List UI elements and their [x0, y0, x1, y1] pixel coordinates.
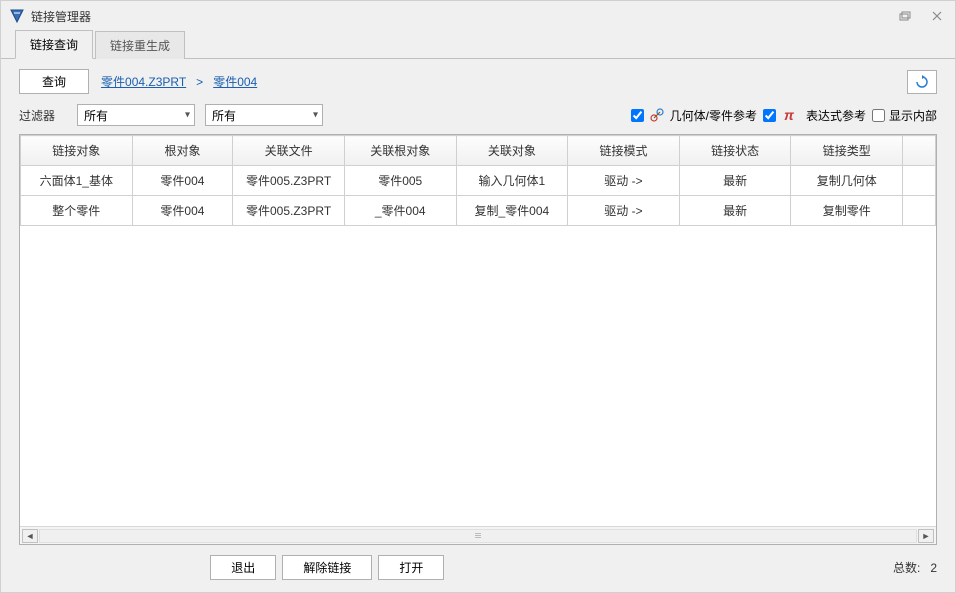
check-expr-label: 表达式参考 [806, 107, 866, 124]
cell: 最新 [679, 196, 791, 226]
table-empty-area [20, 226, 936, 526]
filter-label: 过滤器 [19, 107, 55, 124]
col-assoc-obj[interactable]: 关联对象 [456, 136, 568, 166]
check-geom-box[interactable] [631, 109, 644, 122]
cell: 零件005.Z3PRT [233, 196, 345, 226]
total-label: 总数: [893, 561, 920, 575]
link-table: 链接对象 根对象 关联文件 关联根对象 关联对象 链接模式 链接状态 链接类型 … [20, 135, 936, 226]
cell: 最新 [679, 166, 791, 196]
scroll-left-icon[interactable]: ◄ [22, 529, 38, 543]
window: 链接管理器 链接查询 链接重生成 查询 零件004.Z3PRT > 零件004 … [0, 0, 956, 593]
tab-link-regen[interactable]: 链接重生成 [95, 31, 185, 59]
col-root-obj[interactable]: 根对象 [132, 136, 233, 166]
footer-buttons: 退出 解除链接 打开 [210, 555, 444, 580]
cell: 输入几何体1 [456, 166, 568, 196]
cell: 零件004 [132, 196, 233, 226]
check-group: 几何体/零件参考 π 表达式参考 显示内部 [631, 106, 937, 124]
filter-dropdown-2[interactable]: 所有 ▾ [205, 104, 323, 126]
table-row[interactable]: 六面体1_基体 零件004 零件005.Z3PRT 零件005 输入几何体1 驱… [21, 166, 936, 196]
filter-dd1-value: 所有 [84, 107, 108, 124]
titlebar: 链接管理器 [1, 1, 955, 31]
scroll-right-icon[interactable]: ► [918, 529, 934, 543]
toolbar: 查询 零件004.Z3PRT > 零件004 [1, 59, 955, 100]
cell [903, 166, 936, 196]
table-row[interactable]: 整个零件 零件004 零件005.Z3PRT _零件004 复制_零件004 驱… [21, 196, 936, 226]
filter-row: 过滤器 所有 ▾ 所有 ▾ 几何体/零件参考 π 表达式参考 [1, 100, 955, 134]
cell: 复制几何体 [791, 166, 903, 196]
filter-dropdown-1[interactable]: 所有 ▾ [77, 104, 195, 126]
window-title: 链接管理器 [31, 8, 895, 25]
table-container: 链接对象 根对象 关联文件 关联根对象 关联对象 链接模式 链接状态 链接类型 … [19, 134, 937, 545]
cell: 驱动 -> [568, 166, 680, 196]
exit-button[interactable]: 退出 [210, 555, 276, 580]
check-internal[interactable]: 显示内部 [872, 107, 937, 124]
check-geom[interactable]: 几何体/零件参考 [631, 106, 757, 124]
horizontal-scrollbar[interactable]: ◄ ► [20, 526, 936, 544]
col-assoc-file[interactable]: 关联文件 [233, 136, 345, 166]
chevron-down-icon: ▾ [185, 110, 190, 121]
breadcrumb-item-2[interactable]: 零件004 [213, 73, 257, 90]
check-expr-box[interactable] [763, 109, 776, 122]
col-link-status[interactable]: 链接状态 [679, 136, 791, 166]
total-count: 总数: 2 [893, 559, 937, 576]
tabs: 链接查询 链接重生成 [1, 31, 955, 59]
cell: 零件004 [132, 166, 233, 196]
col-link-type[interactable]: 链接类型 [791, 136, 903, 166]
app-icon [9, 8, 25, 24]
refresh-button[interactable] [907, 70, 937, 94]
scroll-track[interactable] [39, 529, 917, 543]
col-link-mode[interactable]: 链接模式 [568, 136, 680, 166]
window-buttons [895, 6, 947, 26]
cell: 零件005.Z3PRT [233, 166, 345, 196]
table-header-row: 链接对象 根对象 关联文件 关联根对象 关联对象 链接模式 链接状态 链接类型 [21, 136, 936, 166]
col-link-obj[interactable]: 链接对象 [21, 136, 133, 166]
restore-button[interactable] [895, 6, 915, 26]
breadcrumb-sep: > [196, 75, 203, 89]
cell [903, 196, 936, 226]
close-button[interactable] [927, 6, 947, 26]
col-assoc-root[interactable]: 关联根对象 [344, 136, 456, 166]
check-internal-box[interactable] [872, 109, 885, 122]
tab-link-query[interactable]: 链接查询 [15, 30, 93, 59]
footer: 退出 解除链接 打开 总数: 2 [1, 545, 955, 592]
content: 链接对象 根对象 关联文件 关联根对象 关联对象 链接模式 链接状态 链接类型 … [1, 134, 955, 545]
check-geom-label: 几何体/零件参考 [670, 107, 757, 124]
breadcrumb-item-1[interactable]: 零件004.Z3PRT [101, 73, 186, 90]
check-internal-label: 显示内部 [889, 107, 937, 124]
cell: 零件005 [344, 166, 456, 196]
cell: _零件004 [344, 196, 456, 226]
query-button[interactable]: 查询 [19, 69, 89, 94]
col-spacer [903, 136, 936, 166]
total-value: 2 [930, 561, 937, 575]
open-button[interactable]: 打开 [378, 555, 444, 580]
pi-icon: π [780, 106, 798, 124]
breadcrumb: 零件004.Z3PRT > 零件004 [101, 73, 257, 90]
cell: 整个零件 [21, 196, 133, 226]
cell: 六面体1_基体 [21, 166, 133, 196]
geom-icon [648, 106, 666, 124]
filter-dd2-value: 所有 [212, 107, 236, 124]
cell: 驱动 -> [568, 196, 680, 226]
check-expr[interactable]: π 表达式参考 [763, 106, 866, 124]
cell: 复制_零件004 [456, 196, 568, 226]
unlink-button[interactable]: 解除链接 [282, 555, 372, 580]
cell: 复制零件 [791, 196, 903, 226]
chevron-down-icon: ▾ [313, 110, 318, 121]
